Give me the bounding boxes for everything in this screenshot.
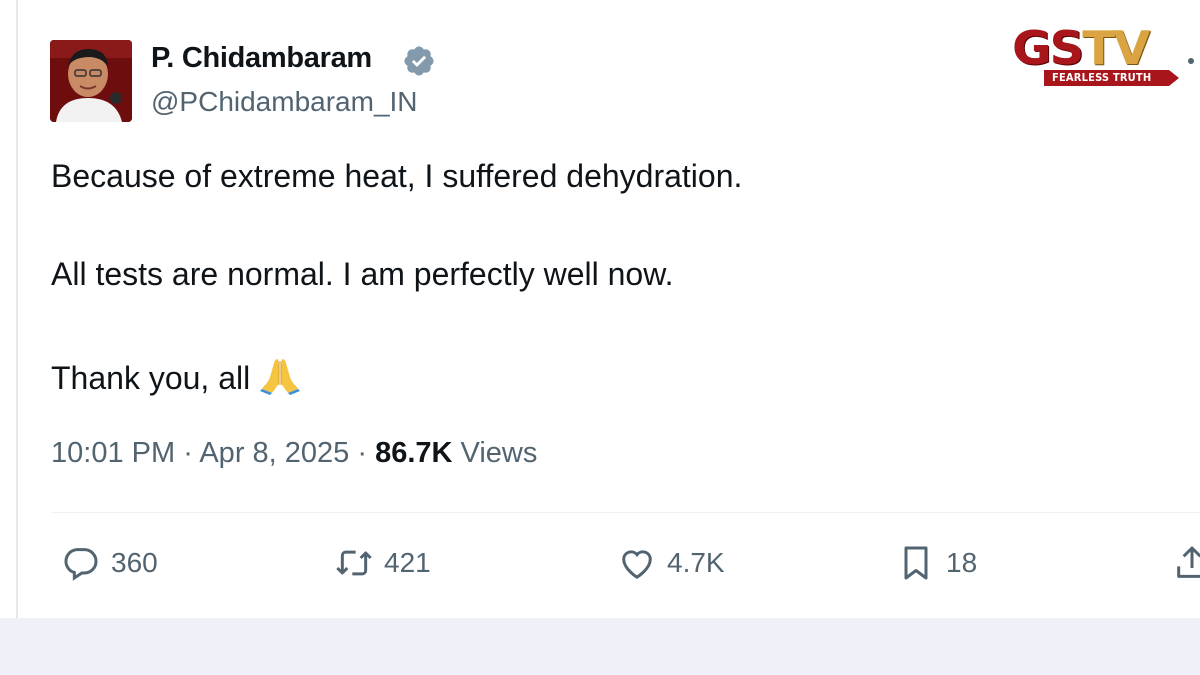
- heart-icon: [622, 550, 652, 579]
- tweet-text-line-1: Because of extreme heat, I suffered dehy…: [51, 158, 743, 194]
- tweet-text-line-2: All tests are normal. I am perfectly wel…: [51, 256, 674, 292]
- tweet-text-line-3: Thank you, all: [51, 355, 302, 397]
- reply-button[interactable]: 360: [61, 540, 158, 586]
- reply-icon: [64, 548, 98, 581]
- folded-hands-icon: [260, 359, 301, 395]
- author-handle[interactable]: @PChidambaram_IN: [151, 86, 418, 118]
- share-icon: [1177, 546, 1200, 578]
- share-button[interactable]: [1172, 540, 1200, 586]
- gstv-logo: GSTV FEARLESS TRUTH: [1012, 25, 1192, 88]
- like-button[interactable]: 4.7K: [617, 540, 725, 586]
- bookmark-icon: [904, 546, 928, 580]
- views-label: Views: [460, 437, 538, 469]
- tweet-date[interactable]: Apr 8, 2025: [199, 437, 349, 469]
- views-count: 86.7K: [375, 437, 453, 469]
- timeline-border: [16, 0, 18, 618]
- tweet-meta: 10:01 PM · Apr 8, 2025 · 86.7K Views: [51, 437, 537, 470]
- reply-count: 360: [111, 547, 158, 578]
- avatar[interactable]: [50, 40, 132, 122]
- divider: [51, 512, 1200, 513]
- bookmark-button[interactable]: 18: [896, 540, 977, 586]
- meta-separator: ·: [183, 437, 193, 469]
- repost-button[interactable]: 421: [334, 540, 431, 586]
- logo-wordmark: GSTV: [1012, 21, 1150, 75]
- like-count: 4.7K: [667, 547, 725, 578]
- tweet-text-line-3-text: Thank you, all: [51, 360, 251, 396]
- logo-tagline: FEARLESS TRUTH: [1044, 70, 1180, 86]
- verified-badge-icon: [404, 46, 434, 76]
- repost-count: 421: [384, 547, 431, 578]
- bookmark-count: 18: [946, 547, 978, 578]
- tweet-time[interactable]: 10:01 PM: [51, 437, 175, 469]
- meta-separator: ·: [357, 437, 368, 469]
- author-name[interactable]: P. Chidambaram: [151, 42, 372, 75]
- page-background-band: [0, 618, 1200, 675]
- repost-icon: [336, 550, 372, 576]
